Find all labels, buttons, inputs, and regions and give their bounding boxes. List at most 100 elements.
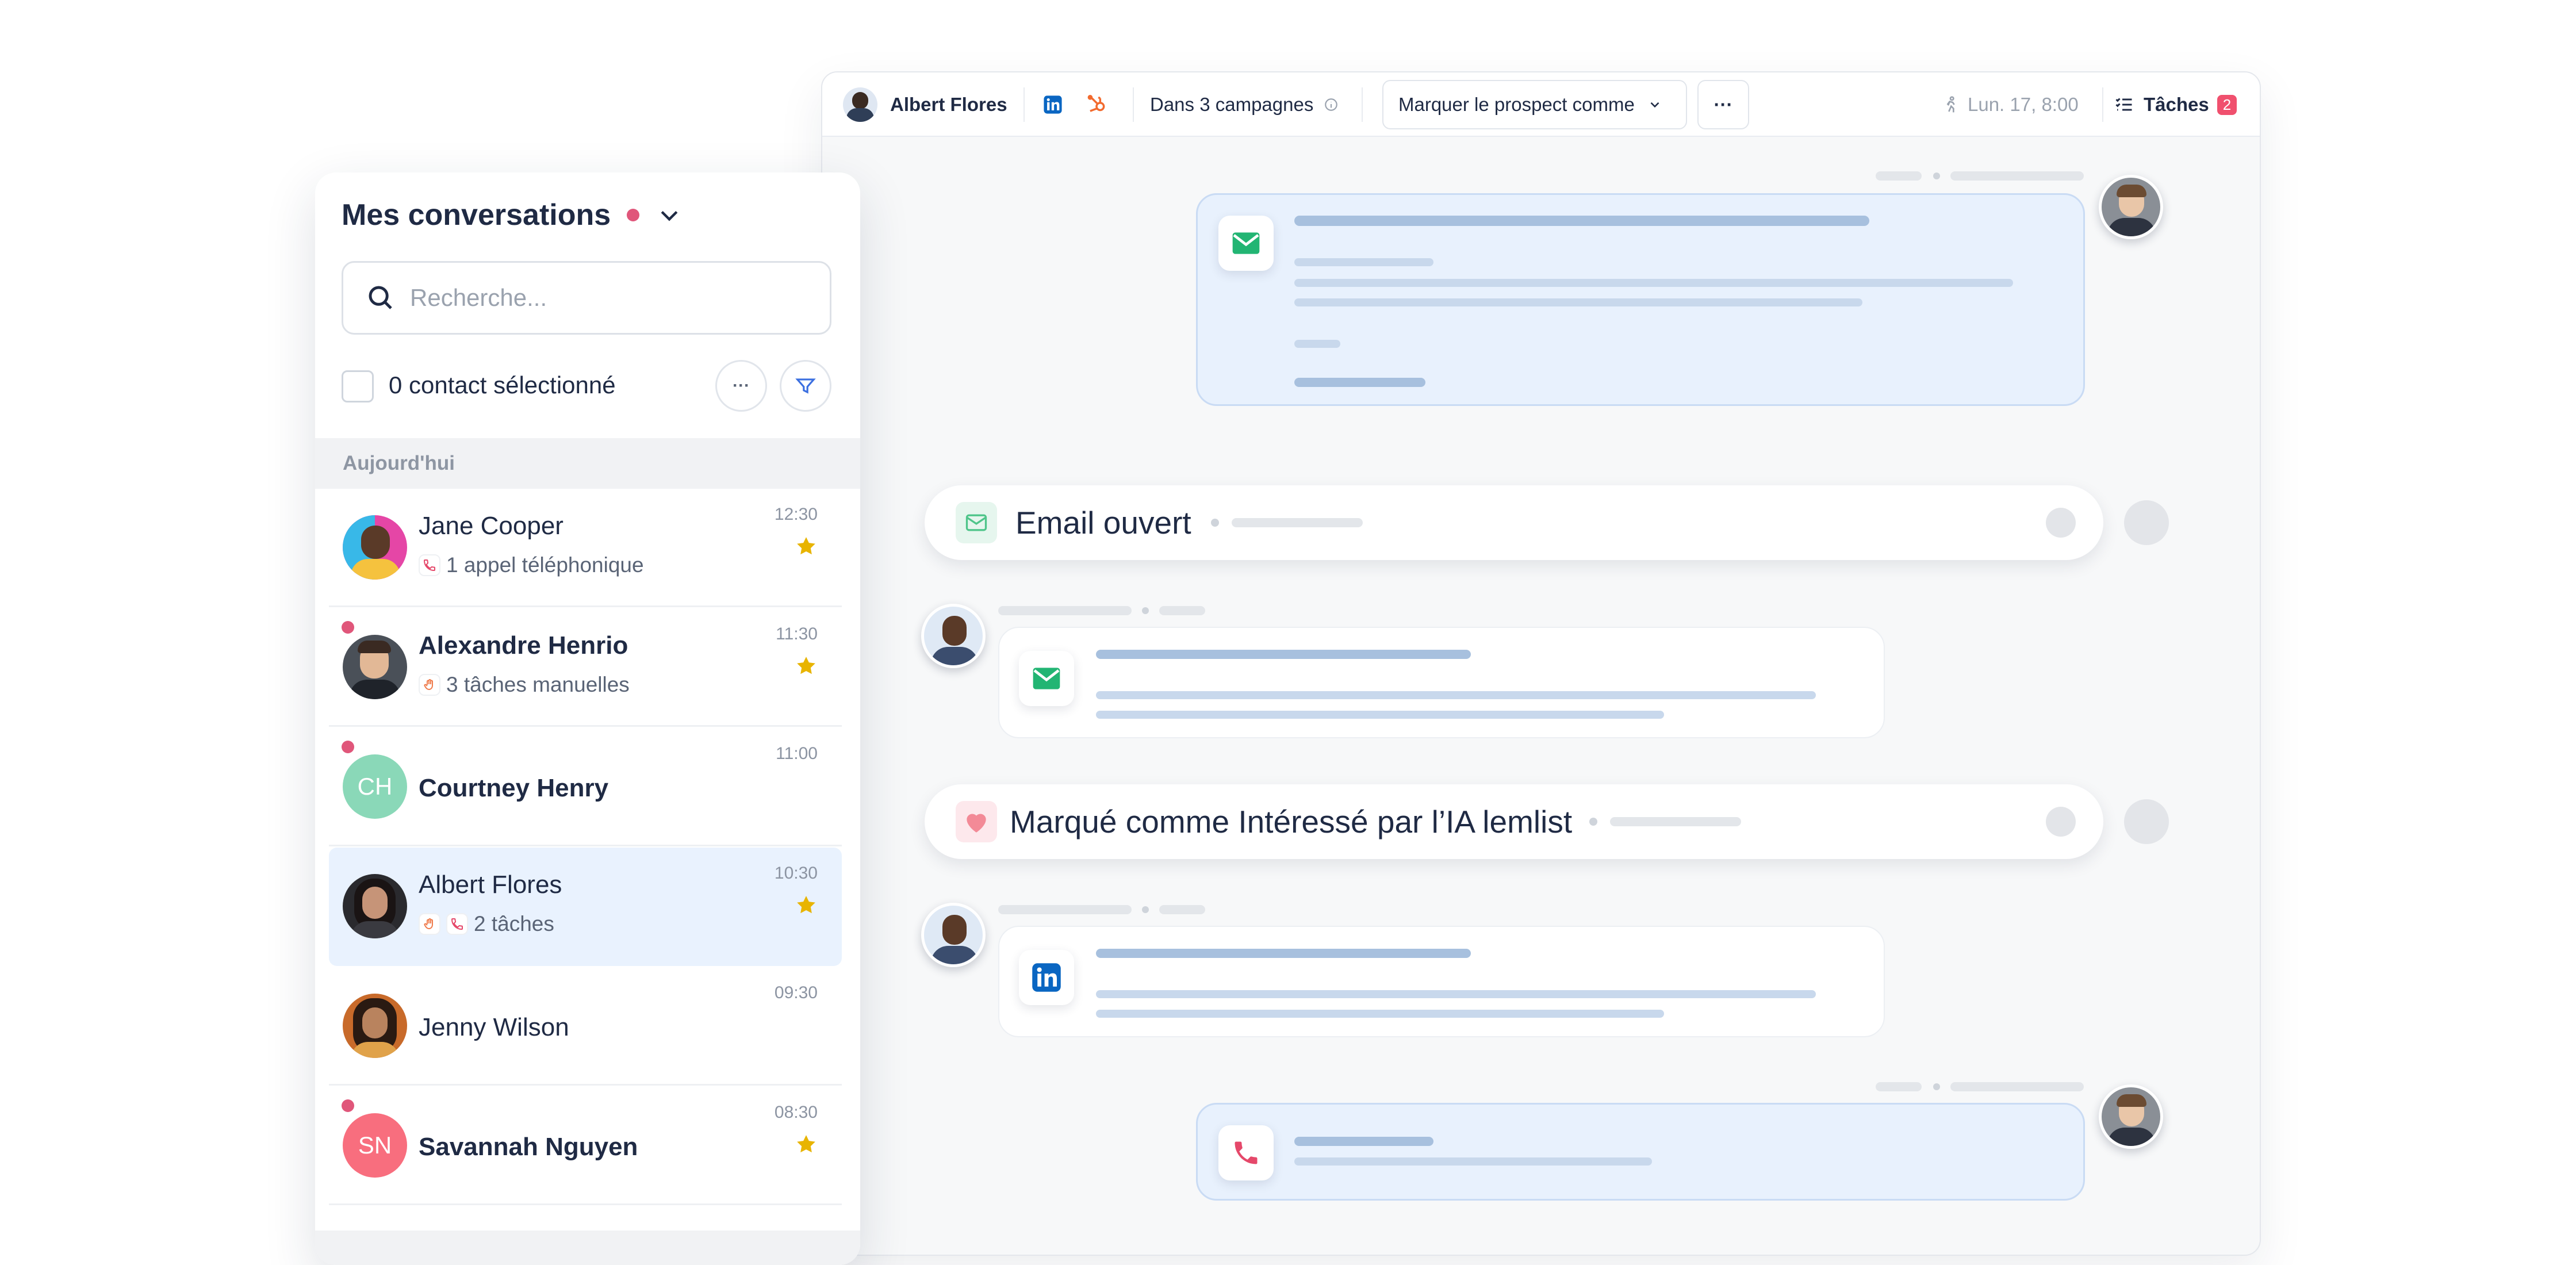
sender-avatar xyxy=(2099,175,2163,239)
section-today: Aujourd'hui xyxy=(315,438,860,489)
status-circle xyxy=(2124,500,2169,545)
timestamp: 08:30 xyxy=(774,1103,818,1122)
chevron-down-icon xyxy=(1650,102,1659,108)
contact-name: Albert Flores xyxy=(890,94,1007,115)
contact-header[interactable]: Albert Flores xyxy=(843,72,1007,137)
conversation-item-selected[interactable]: Albert Flores 10:30 2 tâches xyxy=(329,848,842,966)
placeholder-bar xyxy=(1096,711,1664,719)
contact-avatar xyxy=(843,87,877,122)
select-all-checkbox[interactable] xyxy=(342,370,374,402)
outgoing-email-card[interactable] xyxy=(1196,193,2085,406)
hubspot-icon[interactable] xyxy=(1086,72,1107,137)
placeholder-bar xyxy=(1610,817,1742,826)
panel-title: Mes conversations xyxy=(342,198,611,232)
timestamp: 09:30 xyxy=(774,983,818,1002)
filter-button[interactable] xyxy=(780,360,831,412)
phone-icon xyxy=(1218,1125,1274,1180)
conversation-item[interactable]: Jenny Wilson 09:30 xyxy=(329,967,842,1086)
placeholder-bar xyxy=(1231,518,1363,527)
placeholder-bar xyxy=(1159,905,1205,914)
heart-icon xyxy=(956,801,997,842)
outgoing-call-card[interactable] xyxy=(1196,1103,2085,1201)
more-label: ··· xyxy=(733,376,750,395)
conversation-item[interactable]: CH Courtney Henry 11:00 xyxy=(329,728,842,846)
activity-summary: 2 tâches xyxy=(419,912,554,936)
separator-dot xyxy=(1933,1083,1940,1090)
hand-icon xyxy=(419,913,440,935)
marked-interested-event: Marqué comme Intéressé par l’IA lemlist xyxy=(925,784,2103,859)
unread-dot xyxy=(342,1099,354,1112)
campaigns-info[interactable]: Dans 3 campagnes xyxy=(1150,72,1339,137)
divider xyxy=(1362,87,1363,122)
search-input[interactable]: Recherche... xyxy=(342,261,831,335)
avatar xyxy=(343,994,407,1058)
conversation-window: Albert Flores Dans 3 campagnes Marquer l… xyxy=(821,71,2261,1256)
email-opened-label: Email ouvert xyxy=(1015,505,1191,540)
prospect-avatar xyxy=(921,903,986,967)
star-icon[interactable] xyxy=(795,1133,818,1156)
timestamp: 11:00 xyxy=(776,744,818,763)
contact-name: Savannah Nguyen xyxy=(419,1133,638,1161)
placeholder-bar xyxy=(1950,1082,2084,1091)
search-icon xyxy=(369,286,392,309)
separator-dot xyxy=(1589,818,1598,826)
linkedin-icon[interactable] xyxy=(1043,72,1063,137)
timestamp: 11:30 xyxy=(776,624,818,643)
placeholder-bar xyxy=(1294,298,1862,306)
activity-label: 3 tâches manuelles xyxy=(446,673,630,696)
conversation-item[interactable]: SN Savannah Nguyen 08:30 xyxy=(329,1087,842,1205)
separator-dot xyxy=(1142,906,1149,913)
avatar-initials: CH xyxy=(343,754,407,819)
email-icon xyxy=(1218,216,1274,271)
placeholder-bar xyxy=(1096,949,1471,958)
tasks-button[interactable]: Tâches 2 xyxy=(2114,72,2237,137)
mark-prospect-label: Marquer le prospect comme xyxy=(1398,94,1635,115)
placeholder-bar xyxy=(1159,606,1205,615)
filter-icon xyxy=(795,378,816,394)
placeholder-bar xyxy=(1096,1010,1664,1018)
contact-name: Jenny Wilson xyxy=(419,1013,569,1041)
contact-name: Courtney Henry xyxy=(419,774,609,802)
separator-dot xyxy=(1142,607,1149,614)
scheduled-date: Lun. 17, 8:00 xyxy=(1941,72,2079,137)
unread-dot xyxy=(342,741,354,753)
status-circle xyxy=(2046,807,2076,837)
star-icon[interactable] xyxy=(795,535,818,558)
contact-name: Alexandre Henrio xyxy=(419,631,628,660)
status-circle xyxy=(2124,799,2169,844)
phone-icon xyxy=(419,554,440,576)
placeholder-bar xyxy=(1294,340,1340,348)
more-actions-button[interactable]: ··· xyxy=(715,360,767,412)
search-placeholder: Recherche... xyxy=(410,284,547,311)
placeholder-bar xyxy=(1096,990,1816,998)
conversation-topbar: Albert Flores Dans 3 campagnes Marquer l… xyxy=(822,72,2260,137)
star-icon[interactable] xyxy=(795,894,818,917)
incoming-email-card[interactable] xyxy=(998,627,1885,738)
contact-name: Jane Cooper xyxy=(419,512,564,540)
placeholder-bar xyxy=(1294,1157,1652,1166)
timestamp: 12:30 xyxy=(774,505,818,524)
placeholder-bar xyxy=(1096,650,1471,659)
mark-prospect-dropdown[interactable]: Marquer le prospect comme xyxy=(1382,80,1687,129)
placeholder-bar xyxy=(1294,258,1433,266)
info-icon xyxy=(1325,98,1338,111)
status-circle xyxy=(2046,508,2076,538)
task-list-icon xyxy=(2115,98,2132,111)
walk-icon xyxy=(1946,96,1955,113)
more-options-button[interactable]: ··· xyxy=(1697,80,1749,129)
incoming-linkedin-card[interactable] xyxy=(998,926,1885,1037)
contact-name: Albert Flores xyxy=(419,871,562,899)
section-label: Aujourd'hui xyxy=(343,452,455,474)
conversations-header[interactable]: Mes conversations xyxy=(342,198,682,232)
avatar xyxy=(343,635,407,699)
sender-avatar xyxy=(2099,1084,2163,1149)
conversation-item[interactable]: Alexandre Henrio 11:30 3 tâches manuelle… xyxy=(329,608,842,727)
avatar xyxy=(343,874,407,938)
placeholder-bar xyxy=(1876,171,1922,181)
email-open-icon xyxy=(956,502,997,543)
conversation-item[interactable]: Jane Cooper 12:30 1 appel téléphonique xyxy=(329,489,842,607)
timestamp: 10:30 xyxy=(774,864,818,883)
prospect-avatar xyxy=(921,604,986,668)
placeholder-bar xyxy=(998,905,1132,914)
star-icon[interactable] xyxy=(795,654,818,677)
